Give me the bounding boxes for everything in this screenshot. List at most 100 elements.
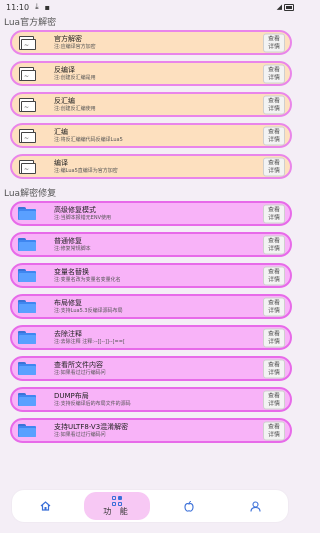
function-card[interactable]: 普通修复 注:修复常规脚本 查看 详情 xyxy=(10,232,292,257)
view-details-label-bottom: 详情 xyxy=(267,400,280,407)
folder-icon xyxy=(18,331,36,344)
card-text: 去除注释 注:去除注释 注释:--[[--]]--[==[ xyxy=(54,330,125,346)
view-details-button[interactable]: 查看 详情 xyxy=(263,204,285,223)
view-details-label-bottom: 详情 xyxy=(267,167,280,174)
view-details-button[interactable]: 查看 详情 xyxy=(263,390,285,409)
card-title: 官方解密 xyxy=(54,34,82,43)
function-card[interactable]: 布局修复 注:支持Lua5.3反编译源码布局 查看 详情 xyxy=(10,294,292,319)
card-subtitle: 注:如果看过过行编码问 xyxy=(54,369,106,376)
nav-functions[interactable]: 功 能 xyxy=(84,492,150,520)
file-icon: ~ xyxy=(18,97,36,112)
card-subtitle: 注:创建反汇编使用 xyxy=(54,105,96,112)
folder-icon xyxy=(18,362,36,375)
function-card[interactable]: ~ 反编译 注:创建反汇编是用 查看 详情 xyxy=(10,61,292,86)
function-card[interactable]: 变量名替换 注:变量名改为变量名变量化名 查看 详情 xyxy=(10,263,292,288)
view-details-label-top: 查看 xyxy=(267,361,280,368)
nav-home[interactable] xyxy=(12,490,78,522)
view-details-label-bottom: 详情 xyxy=(267,276,280,283)
function-card[interactable]: 去除注释 注:去除注释 注释:--[[--]]--[==[ 查看 详情 xyxy=(10,325,292,350)
view-details-label-bottom: 详情 xyxy=(267,431,280,438)
folder-icon xyxy=(18,207,36,220)
apple-icon xyxy=(184,500,194,512)
function-card[interactable]: 查看所文件内容 注:如果看过过行编码问 查看 详情 xyxy=(10,356,292,381)
card-text: 编译 注:编Lua5直编译为官方加密 xyxy=(54,159,118,175)
function-card[interactable]: 高级修复模式 注:当脚本报错无ENV使用 查看 详情 xyxy=(10,201,292,226)
view-details-label-bottom: 详情 xyxy=(267,338,280,345)
view-details-label-top: 查看 xyxy=(267,299,280,306)
nav-functions-label: 功 能 xyxy=(103,506,131,516)
card-text: 查看所文件内容 注:如果看过过行编码问 xyxy=(54,361,106,377)
function-card[interactable]: ~ 编译 注:编Lua5直编译为官方加密 查看 详情 xyxy=(10,154,292,179)
card-title: 普通修复 xyxy=(54,236,82,245)
status-bar: 11:10 ⤓ ▪ ◢ xyxy=(0,0,300,14)
function-card[interactable]: ~ 反汇编 注:创建反汇编使用 查看 详情 xyxy=(10,92,292,117)
view-details-label-top: 查看 xyxy=(267,66,280,73)
view-details-label-bottom: 详情 xyxy=(267,74,280,81)
folder-icon xyxy=(18,424,36,437)
view-details-button[interactable]: 查看 详情 xyxy=(263,297,285,316)
view-details-button[interactable]: 查看 详情 xyxy=(263,235,285,254)
status-time: 11:10 xyxy=(6,2,30,12)
folder-icon xyxy=(18,238,36,251)
card-title: 变量名替换 xyxy=(54,267,89,276)
view-details-label-top: 查看 xyxy=(267,392,280,399)
view-details-label-bottom: 详情 xyxy=(267,105,280,112)
view-details-label-bottom: 详情 xyxy=(267,307,280,314)
view-details-label-bottom: 详情 xyxy=(267,136,280,143)
view-details-button[interactable]: 查看 详情 xyxy=(263,95,285,114)
function-card[interactable]: DUMP布局 注:支持反编译后的布局文件的源码 查看 详情 xyxy=(10,387,292,412)
card-text: 普通修复 注:修复常规脚本 xyxy=(54,237,91,253)
card-title: 反汇编 xyxy=(54,96,75,105)
view-details-button[interactable]: 查看 详情 xyxy=(263,33,285,52)
card-title: 反编译 xyxy=(54,65,75,74)
view-details-label-top: 查看 xyxy=(267,35,280,42)
section-title: Lua解密修复 xyxy=(4,189,57,199)
home-icon xyxy=(40,501,50,511)
view-details-button[interactable]: 查看 详情 xyxy=(263,359,285,378)
card-text: 变量名替换 注:变量名改为变量名变量化名 xyxy=(54,268,121,284)
folder-icon xyxy=(18,393,36,406)
nav-profile[interactable] xyxy=(222,490,288,522)
card-title: 支持ULTF8-V3混淆解密 xyxy=(54,422,129,431)
view-details-button[interactable]: 查看 详情 xyxy=(263,126,285,145)
card-subtitle: 注:将反汇编编代码反编译Lua5 xyxy=(54,136,123,143)
view-details-label-top: 查看 xyxy=(267,330,280,337)
card-title: 高级修复模式 xyxy=(54,205,96,214)
view-details-label-top: 查看 xyxy=(267,97,280,104)
nav-apple[interactable] xyxy=(156,490,222,522)
function-card[interactable]: 支持ULTF8-V3混淆解密 注:如果看过过行编码问 查看 详情 xyxy=(10,418,292,443)
card-text: 支持ULTF8-V3混淆解密 注:如果看过过行编码问 xyxy=(54,423,128,439)
view-details-button[interactable]: 查看 详情 xyxy=(263,421,285,440)
function-card[interactable]: ~ 汇编 注:将反汇编编代码反编译Lua5 查看 详情 xyxy=(10,123,292,148)
folder-icon xyxy=(18,300,36,313)
view-details-button[interactable]: 查看 详情 xyxy=(263,266,285,285)
card-text: 反编译 注:创建反汇编是用 xyxy=(54,66,96,82)
card-title: 查看所文件内容 xyxy=(54,360,103,369)
card-subtitle: 注:去除注释 注释:--[[--]]--[==[ xyxy=(54,338,125,345)
card-subtitle: 注:修复常规脚本 xyxy=(54,245,91,252)
view-details-button[interactable]: 查看 详情 xyxy=(263,328,285,347)
file-icon: ~ xyxy=(18,35,36,50)
card-subtitle: 注:支持Lua5.3反编译源码布局 xyxy=(54,307,123,314)
notification-icon: ▪ xyxy=(44,2,51,12)
file-icon: ~ xyxy=(18,128,36,143)
section-title: Lua官方解密 xyxy=(4,18,57,28)
function-card[interactable]: ~ 官方解密 注:应编译官方加密 查看 详情 xyxy=(10,30,292,55)
card-subtitle: 注:支持反编译后的布局文件的源码 xyxy=(54,400,131,407)
view-details-label-bottom: 详情 xyxy=(267,43,280,50)
view-details-button[interactable]: 查看 详情 xyxy=(263,157,285,176)
view-details-label-bottom: 详情 xyxy=(267,214,280,221)
file-icon: ~ xyxy=(18,66,36,81)
bottom-navigation: 功 能 xyxy=(12,490,288,522)
view-details-label-bottom: 详情 xyxy=(267,245,280,252)
view-details-label-top: 查看 xyxy=(267,237,280,244)
card-subtitle: 注:变量名改为变量名变量化名 xyxy=(54,276,121,283)
view-details-button[interactable]: 查看 详情 xyxy=(263,64,285,83)
view-details-label-top: 查看 xyxy=(267,128,280,135)
card-text: 官方解密 注:应编译官方加密 xyxy=(54,35,96,51)
view-details-label-top: 查看 xyxy=(267,423,280,430)
file-icon: ~ xyxy=(18,159,36,174)
user-icon xyxy=(249,500,261,512)
card-text: 反汇编 注:创建反汇编使用 xyxy=(54,97,96,113)
view-details-label-top: 查看 xyxy=(267,159,280,166)
